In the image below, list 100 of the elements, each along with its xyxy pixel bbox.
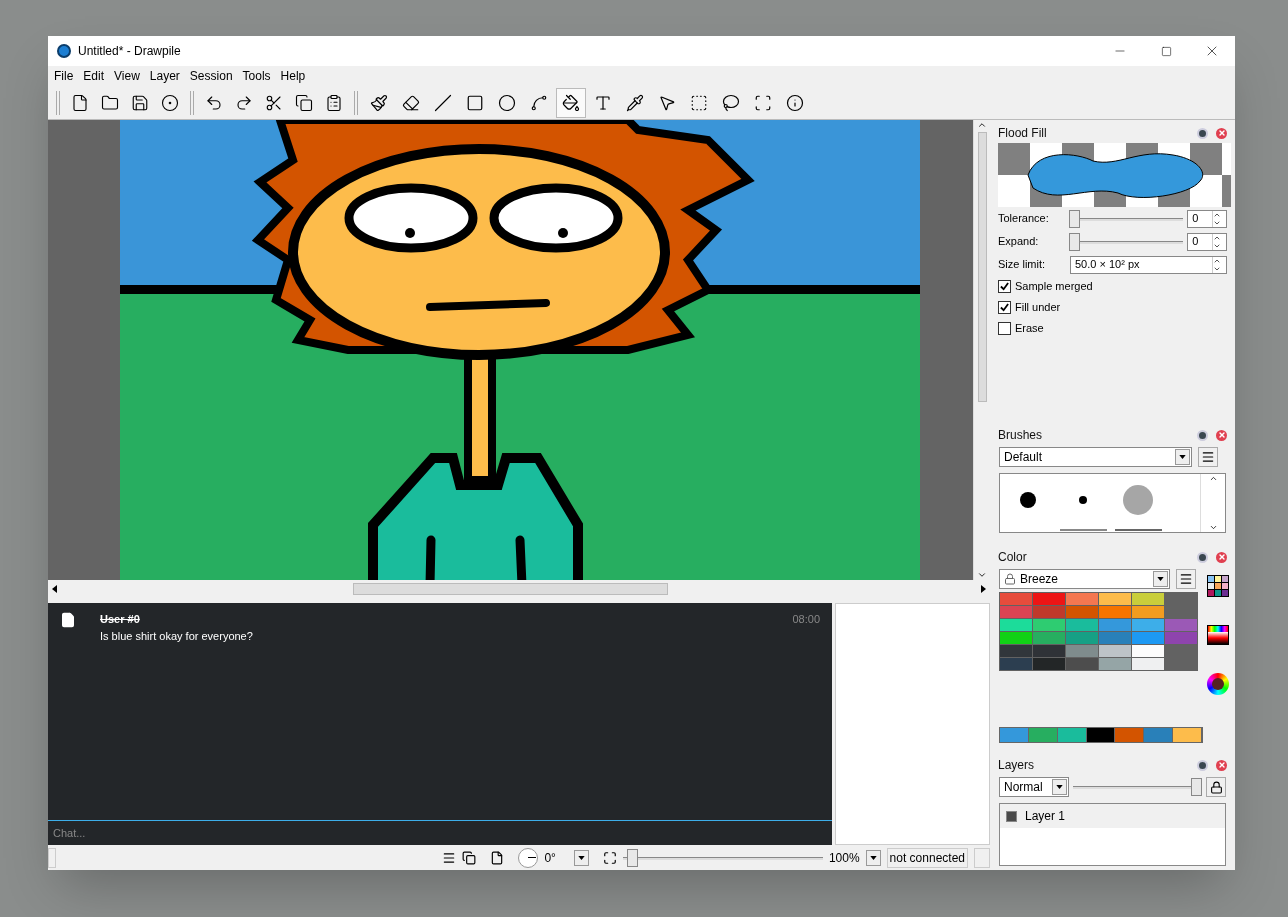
menu-item[interactable]: Help (275, 67, 311, 85)
float-icon[interactable] (1197, 429, 1208, 441)
maximize-icon[interactable] (1160, 45, 1172, 57)
color-slider-icon[interactable] (1206, 625, 1229, 645)
color-swatch[interactable] (1033, 606, 1065, 618)
color-swatch[interactable] (1066, 606, 1098, 618)
menu-item[interactable]: File (49, 67, 79, 85)
color-swatch[interactable] (1000, 632, 1032, 644)
close-icon[interactable] (1216, 429, 1227, 441)
zoom-dropdown[interactable] (865, 849, 881, 866)
lock-icon (1209, 780, 1223, 794)
color-swatch[interactable] (1099, 645, 1131, 657)
dropdown[interactable]: Normal (999, 777, 1070, 797)
menu-item[interactable]: Tools (237, 67, 276, 85)
color-swatch[interactable] (1066, 632, 1098, 644)
color-swatch[interactable] (1165, 632, 1197, 644)
slider-track[interactable] (1069, 209, 1184, 228)
app-logo-icon (57, 44, 71, 58)
layer-name: Layer 1 (1025, 808, 1066, 825)
close-icon[interactable] (1216, 759, 1227, 771)
recent-color-swatch[interactable] (1115, 728, 1145, 742)
close-icon[interactable] (1216, 127, 1227, 139)
float-icon[interactable] (1197, 759, 1208, 771)
slider-thumb[interactable] (1069, 232, 1081, 251)
color-swatch[interactable] (1000, 658, 1032, 670)
status-panel (974, 847, 990, 868)
color-wheel-icon[interactable] (1206, 673, 1229, 695)
dropdown[interactable]: Default (999, 447, 1192, 467)
float-icon[interactable] (1197, 551, 1208, 563)
checkbox[interactable] (998, 280, 1011, 293)
menu-item[interactable]: Edit (78, 67, 110, 85)
rotation-dial-icon[interactable] (518, 847, 539, 868)
scroll-left-icon[interactable] (52, 585, 57, 593)
color-swatch[interactable] (1099, 593, 1131, 605)
setting-label: Expand: (998, 234, 1040, 250)
slider-track[interactable] (622, 848, 823, 867)
color-swatch[interactable] (1132, 645, 1164, 657)
slider-thumb[interactable] (1191, 778, 1203, 796)
fit-icon[interactable] (602, 850, 617, 865)
color-swatch[interactable] (1066, 593, 1098, 605)
scroll-up-icon[interactable] (977, 120, 987, 130)
color-swatch[interactable] (1000, 606, 1032, 618)
color-swatch[interactable] (1000, 593, 1032, 605)
mirror-icon[interactable] (462, 850, 477, 865)
slider-track[interactable] (1073, 778, 1203, 796)
color-swatch[interactable] (1165, 619, 1197, 631)
menu-item[interactable]: Session (184, 67, 238, 85)
color-swatch[interactable] (1066, 619, 1098, 631)
color-swatch[interactable] (1033, 619, 1065, 631)
float-icon[interactable] (1197, 127, 1208, 139)
color-swatch[interactable] (1033, 645, 1065, 657)
slider-thumb[interactable] (626, 848, 638, 867)
view-mode-icon[interactable] (442, 850, 457, 865)
color-swatch[interactable] (1066, 658, 1098, 670)
color-swatch[interactable] (1099, 632, 1131, 644)
color-swatch[interactable] (1000, 645, 1032, 657)
checkbox-label: Fill under (1015, 300, 1061, 316)
fill-tool-icon[interactable] (556, 87, 586, 118)
checkbox[interactable] (998, 322, 1011, 335)
color-swatch[interactable] (1099, 658, 1131, 670)
color-swatch[interactable] (1132, 658, 1164, 670)
recent-color-swatch[interactable] (1173, 728, 1202, 742)
color-swatch[interactable] (1000, 619, 1032, 631)
layer-row[interactable]: Layer 1 (1000, 804, 1225, 828)
menu-item[interactable]: Layer (144, 67, 185, 85)
scroll-down-icon[interactable] (1208, 523, 1218, 532)
recent-color-swatch[interactable] (1057, 728, 1087, 742)
color-swatch[interactable] (1066, 645, 1098, 657)
page-icon[interactable] (490, 850, 505, 865)
slider-thumb[interactable] (1069, 209, 1081, 228)
checkbox[interactable] (998, 301, 1011, 314)
menu-item[interactable]: View (109, 67, 145, 85)
close-icon[interactable] (1216, 551, 1227, 563)
dropdown[interactable]: Breeze (999, 569, 1170, 589)
menu-icon[interactable] (1176, 569, 1196, 589)
caret-icon (1175, 449, 1190, 465)
recent-color-swatch[interactable] (1086, 728, 1116, 742)
scroll-right-icon[interactable] (981, 585, 986, 593)
scroll-down-icon[interactable] (977, 570, 987, 580)
color-swatch[interactable] (1033, 593, 1065, 605)
scroll-up-icon[interactable] (1208, 474, 1218, 483)
color-swatch[interactable] (1099, 606, 1131, 618)
visibility-checkbox[interactable] (1006, 810, 1017, 822)
recent-color-swatch[interactable] (1000, 728, 1029, 742)
palette-grid-icon[interactable] (1206, 575, 1229, 597)
color-swatch[interactable] (1132, 606, 1164, 618)
color-swatch[interactable] (1132, 619, 1164, 631)
vertical-scrollbar[interactable] (973, 120, 990, 580)
slider-track[interactable] (1069, 232, 1184, 251)
color-swatch[interactable] (1099, 619, 1131, 631)
recent-color-swatch[interactable] (1144, 728, 1174, 742)
rotation-dropdown[interactable] (573, 849, 589, 866)
color-swatch[interactable] (1033, 632, 1065, 644)
canvas-drawing[interactable] (48, 120, 973, 580)
color-swatch[interactable] (1132, 593, 1164, 605)
menu-icon[interactable] (1198, 447, 1218, 467)
lock-button[interactable] (1206, 777, 1226, 797)
color-swatch[interactable] (1033, 658, 1065, 670)
recent-color-swatch[interactable] (1028, 728, 1058, 742)
color-swatch[interactable] (1132, 632, 1164, 644)
